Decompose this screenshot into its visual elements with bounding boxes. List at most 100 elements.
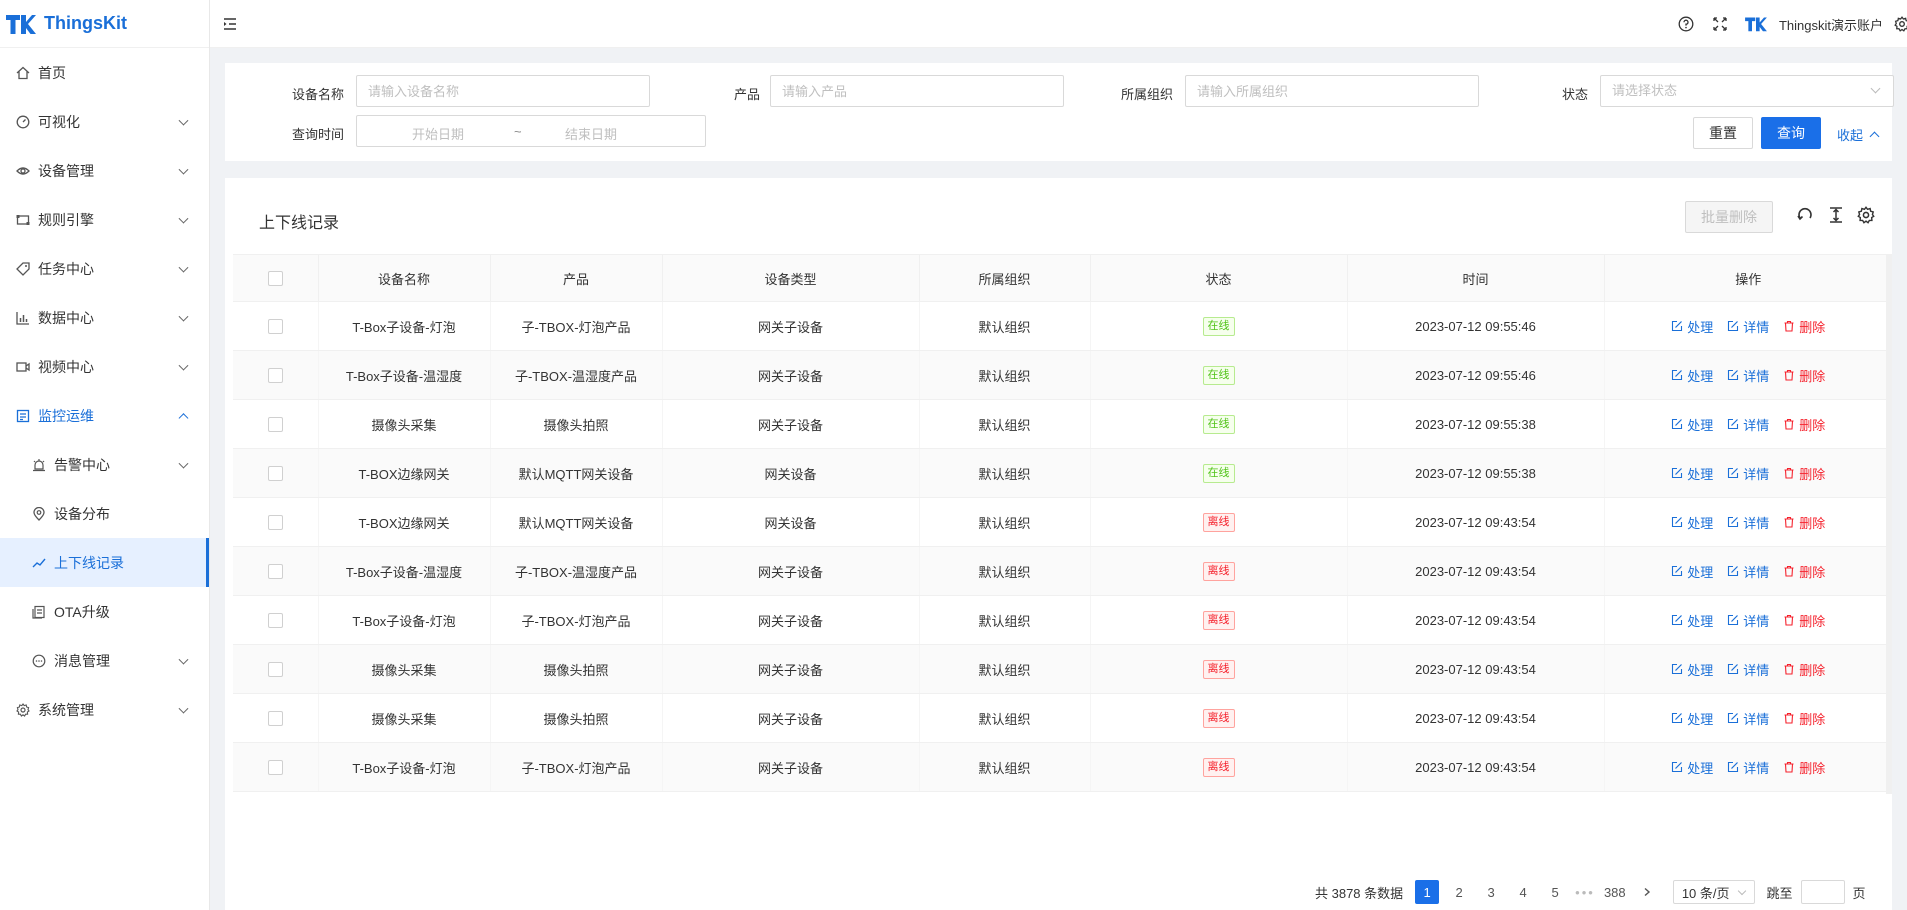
refresh-icon[interactable] [1796,206,1814,224]
page-ellipsis[interactable]: ••• [1575,885,1595,900]
sidebar-item-system-management[interactable]: 系统管理 [0,685,209,734]
row-select-cell[interactable] [233,497,319,547]
delete-button[interactable]: 删除 [1783,660,1825,679]
table-row[interactable]: T-Box子设备-温湿度 子-TBOX-温湿度产品 网关子设备 默认组织 离线 2023-… [233,546,1892,596]
row-select-cell[interactable] [233,742,319,792]
detail-button[interactable]: 详情 [1727,464,1769,483]
handle-button[interactable]: 处理 [1671,415,1713,434]
table-row[interactable]: T-Box子设备-灯泡 子-TBOX-灯泡产品 网关子设备 默认组织 在线 2023-07… [233,301,1892,351]
query-button[interactable]: 查询 [1761,117,1821,149]
row-checkbox[interactable] [267,711,283,727]
table-scrollbar[interactable] [1886,254,1892,794]
delete-button[interactable]: 删除 [1783,709,1825,728]
page-3[interactable]: 3 [1479,880,1503,904]
sidebar-item-data-center[interactable]: 数据中心 [0,293,209,342]
row-checkbox[interactable] [267,368,283,384]
page-last[interactable]: 388 [1603,880,1627,904]
help-icon[interactable] [1677,15,1695,33]
row-select-cell[interactable] [233,399,319,449]
sidebar-item-rule-engine[interactable]: 规则引擎 [0,195,209,244]
device-name-input[interactable] [356,75,650,107]
column-header[interactable]: 状态 [1090,254,1348,302]
page-4[interactable]: 4 [1511,880,1535,904]
sidebar-item-ota-upgrade[interactable]: OTA升级 [0,587,209,636]
detail-button[interactable]: 详情 [1727,758,1769,777]
detail-button[interactable]: 详情 [1727,513,1769,532]
handle-button[interactable]: 处理 [1671,660,1713,679]
delete-button[interactable]: 删除 [1783,366,1825,385]
row-checkbox[interactable] [267,662,283,678]
delete-button[interactable]: 删除 [1783,758,1825,777]
column-header[interactable]: 所属组织 [919,254,1091,302]
handle-button[interactable]: 处理 [1671,317,1713,336]
detail-button[interactable]: 详情 [1727,317,1769,336]
row-select-cell[interactable] [233,644,319,694]
detail-button[interactable]: 详情 [1727,660,1769,679]
row-checkbox[interactable] [267,515,283,531]
start-date-input[interactable]: 开始日期 [412,124,464,143]
sidebar-item-monitoring-ops[interactable]: 监控运维 [0,391,209,440]
end-date-input[interactable]: 结束日期 [565,124,617,143]
handle-button[interactable]: 处理 [1671,562,1713,581]
table-row[interactable]: T-Box子设备-灯泡 子-TBOX-灯泡产品 网关子设备 默认组织 离线 2023-07… [233,595,1892,645]
row-select-cell[interactable] [233,448,319,498]
menu-fold-icon[interactable] [222,16,238,32]
page-size-select[interactable]: 10 条/页 [1672,880,1755,904]
fullscreen-icon[interactable] [1711,15,1729,33]
page-5[interactable]: 5 [1543,880,1567,904]
sidebar-item-message-management[interactable]: 消息管理 [0,636,209,685]
page-jump-input[interactable] [1800,880,1845,904]
delete-button[interactable]: 删除 [1783,317,1825,336]
sidebar-item-video-center[interactable]: 视频中心 [0,342,209,391]
page-1[interactable]: 1 [1415,880,1440,904]
column-header[interactable]: 时间 [1347,254,1605,302]
table-row[interactable]: T-BOX边缘网关 默认MQTT网关设备 网关设备 默认组织 离线 2023-07-12 … [233,497,1892,547]
sidebar-item-visualization[interactable]: 可视化 [0,97,209,146]
table-row[interactable]: 摄像头采集 摄像头拍照 网关子设备 默认组织 离线 2023-07-12 09:43:54… [233,644,1892,694]
handle-button[interactable]: 处理 [1671,611,1713,630]
table-row[interactable]: T-Box子设备-灯泡 子-TBOX-灯泡产品 网关子设备 默认组织 离线 2023-07… [233,742,1892,792]
row-checkbox[interactable] [267,319,283,335]
row-select-cell[interactable] [233,350,319,400]
column-header[interactable]: 设备类型 [662,254,920,302]
detail-button[interactable]: 详情 [1727,366,1769,385]
table-row[interactable]: T-Box子设备-温湿度 子-TBOX-温湿度产品 网关子设备 默认组织 在线 2023-… [233,350,1892,400]
handle-button[interactable]: 处理 [1671,366,1713,385]
column-header[interactable]: 设备名称 [318,254,491,302]
app-logo[interactable]: ThingsKit [0,0,209,48]
detail-button[interactable]: 详情 [1727,415,1769,434]
settings-icon[interactable] [1857,206,1875,224]
row-select-cell[interactable] [233,595,319,645]
table-row[interactable]: 摄像头采集 摄像头拍照 网关子设备 默认组织 在线 2023-07-12 09:55:38… [233,399,1892,449]
detail-button[interactable]: 详情 [1727,562,1769,581]
batch-delete-button[interactable]: 批量删除 [1685,201,1773,233]
select-all-cell[interactable] [233,254,319,302]
page-2[interactable]: 2 [1447,880,1471,904]
row-checkbox[interactable] [267,417,283,433]
handle-button[interactable]: 处理 [1671,709,1713,728]
delete-button[interactable]: 删除 [1783,513,1825,532]
sidebar-item-task-center[interactable]: 任务中心 [0,244,209,293]
user-account[interactable]: Thingskit演示账户 [1745,15,1883,34]
sidebar-item-device-distribution[interactable]: 设备分布 [0,489,209,538]
row-checkbox[interactable] [267,760,283,776]
delete-button[interactable]: 删除 [1783,464,1825,483]
sidebar-item-home[interactable]: 首页 [0,48,209,97]
handle-button[interactable]: 处理 [1671,464,1713,483]
row-select-cell[interactable] [233,693,319,743]
sidebar-item-alarm-center[interactable]: 告警中心 [0,440,209,489]
handle-button[interactable]: 处理 [1671,513,1713,532]
detail-button[interactable]: 详情 [1727,709,1769,728]
table-row[interactable]: T-BOX边缘网关 默认MQTT网关设备 网关设备 默认组织 在线 2023-07-12 … [233,448,1892,498]
sidebar-item-device-management[interactable]: 设备管理 [0,146,209,195]
org-input[interactable] [1185,75,1479,107]
delete-button[interactable]: 删除 [1783,611,1825,630]
collapse-toggle[interactable]: 收起 [1837,125,1880,144]
row-select-cell[interactable] [233,546,319,596]
detail-button[interactable]: 详情 [1727,611,1769,630]
row-checkbox[interactable] [267,564,283,580]
handle-button[interactable]: 处理 [1671,758,1713,777]
column-header[interactable]: 产品 [490,254,663,302]
status-select[interactable]: 请选择状态 [1600,75,1894,107]
date-range-picker[interactable]: 开始日期 ~ 结束日期 [356,115,706,147]
